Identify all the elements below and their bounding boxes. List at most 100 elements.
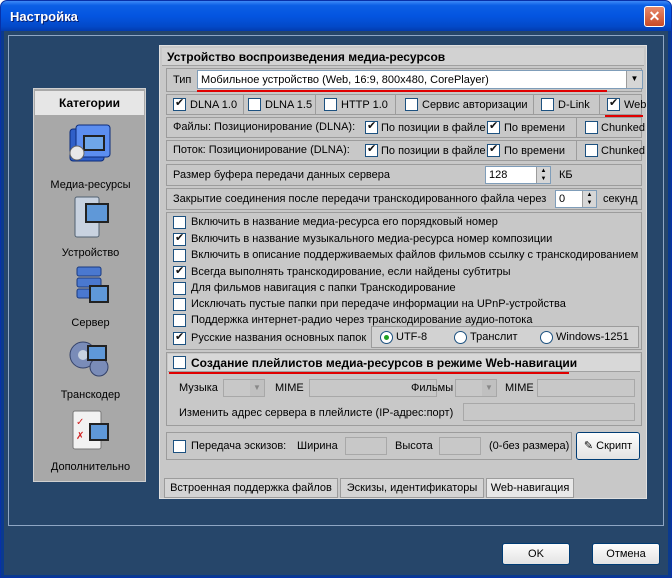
chevron-down-icon[interactable]: ▼ [626, 71, 642, 88]
chevron-down-icon[interactable]: ▼ [250, 380, 264, 396]
files-chunked-label: Chunked [601, 122, 646, 134]
option-label: Исключать пустые папки при передаче инфо… [191, 298, 566, 310]
buffer-label: Размер буфера передачи данных сервера [173, 169, 391, 181]
transcoder-icon [69, 341, 109, 377]
stream-positioning-row: Поток: Позиционирование (DLNA): По позиц… [166, 140, 646, 161]
thumbnails-label: Передача эскизов: [191, 440, 287, 452]
music-select[interactable]: ▼ [223, 379, 265, 397]
tab-builtin-support[interactable]: Встроенная поддержка файлов [164, 478, 338, 498]
files-by-time-checkbox[interactable] [487, 119, 500, 134]
chevron-down-icon[interactable]: ▼ [482, 380, 496, 396]
options-group: Включить в название медиа-ресурса его по… [166, 212, 642, 350]
films-mime-input[interactable] [537, 379, 635, 397]
web-label: Web [624, 99, 647, 111]
option-checkbox[interactable] [173, 282, 186, 295]
option-checkbox[interactable] [173, 231, 186, 246]
stream-by-position-label: По позиции в файле [381, 145, 486, 157]
buffer-row: Размер буфера передачи данных сервера 12… [166, 164, 642, 186]
option-checkbox[interactable] [173, 298, 186, 311]
categories-panel: Категории Медиа-ресурсы Устройство Серве… [33, 88, 146, 482]
dlink-checkbox[interactable] [541, 98, 554, 111]
device-type-value: Мобильное устройство (Web, 16:9, 800x480… [201, 74, 489, 86]
playlists-checkbox[interactable] [173, 356, 186, 369]
cancel-button[interactable]: Отмена [592, 543, 660, 565]
script-button[interactable]: ✎ Скрипт [576, 432, 640, 460]
translit-label: Транслит [470, 331, 518, 343]
thumb-height-spinner[interactable] [439, 437, 481, 455]
close-connection-spinner[interactable]: 0 ▲ ▼ [555, 190, 597, 208]
device-type-select[interactable]: Мобильное устройство (Web, 16:9, 800x480… [197, 70, 643, 89]
dlna10-checkbox[interactable] [173, 96, 186, 111]
translit-radio[interactable] [454, 331, 467, 344]
divider [395, 95, 396, 114]
option-label: Включить в описание поддерживаемых файло… [191, 249, 639, 261]
playlists-label: Создание плейлистов медиа-ресурсов в реж… [191, 356, 578, 370]
stream-chunked-checkbox[interactable] [585, 144, 598, 157]
stream-chunked-label: Chunked [601, 145, 646, 157]
stream-by-position-checkbox[interactable] [365, 142, 378, 157]
option-checkbox[interactable] [173, 314, 186, 327]
stream-by-time-checkbox[interactable] [487, 142, 500, 157]
thumbnails-row: Передача эскизов: Ширина Высота (0-без р… [166, 432, 572, 460]
stream-by-time-label: По времени [504, 145, 566, 157]
close-connection-value: 0 [559, 193, 566, 205]
russian-names-checkbox[interactable] [173, 330, 186, 345]
divider [533, 95, 534, 114]
auth-service-checkbox[interactable] [405, 98, 418, 111]
files-by-position-checkbox[interactable] [365, 119, 378, 134]
http10-checkbox[interactable] [324, 98, 337, 111]
auth-service-label: Сервис авторизации [422, 99, 528, 111]
category-label: Устройство [61, 247, 120, 259]
utf8-label: UTF-8 [396, 331, 428, 343]
server-address-label: Изменить адрес сервера в плейлисте (IP-а… [179, 407, 454, 419]
tab-thumbnails-ids[interactable]: Эскизы, идентификаторы [340, 478, 484, 498]
script-icon: ✎ [583, 440, 594, 452]
web-checkbox[interactable] [607, 96, 620, 111]
thumbnails-checkbox[interactable] [173, 440, 186, 453]
category-label: Сервер [71, 317, 110, 329]
playlists-group: Создание плейлистов медиа-ресурсов в реж… [166, 352, 642, 426]
films-mime-label: MIME [505, 382, 534, 394]
http10-label: HTTP 1.0 [341, 99, 388, 111]
tab-web-navigation[interactable]: Web-навигация [486, 478, 574, 498]
utf8-radio[interactable] [380, 331, 393, 344]
settings-window: Настройка ✕ Категории Медиа-ресурсы Устр… [0, 0, 672, 578]
music-label: Музыка [179, 382, 218, 394]
divider [599, 95, 600, 114]
files-positioning-label: Файлы: Позиционирование (DLNA): [173, 121, 356, 133]
spinner-arrows-icon[interactable]: ▲ ▼ [582, 191, 596, 207]
files-chunked-checkbox[interactable] [585, 121, 598, 134]
option-label: Включить в название музыкального медиа-р… [191, 233, 553, 245]
media-resources-icon [69, 124, 111, 162]
windows1251-radio[interactable] [540, 331, 553, 344]
close-button[interactable]: ✕ [644, 6, 665, 27]
option-label: Поддержка интернет-радио через транскоди… [191, 314, 533, 326]
dlna15-checkbox[interactable] [248, 98, 261, 111]
option-label: Для фильмов навигация с папки Транскодир… [191, 282, 456, 294]
option-checkbox[interactable] [173, 264, 186, 279]
ok-button[interactable]: OK [502, 543, 570, 565]
divider [576, 141, 577, 160]
title-bar[interactable]: Настройка ✕ [1, 1, 671, 31]
option-checkbox[interactable] [173, 249, 186, 262]
films-select[interactable]: ▼ [455, 379, 497, 397]
option-label: Всегда выполнять транскодирование, если … [191, 266, 511, 278]
svg-text:✓: ✓ [76, 417, 84, 428]
width-label: Ширина [297, 440, 338, 452]
height-label: Высота [395, 440, 433, 452]
category-label: Медиа-ресурсы [50, 179, 131, 191]
files-by-position-label: По позиции в файле [381, 122, 486, 134]
category-label: Транскодер [60, 389, 121, 401]
server-address-input[interactable] [463, 403, 635, 421]
thumb-width-spinner[interactable] [345, 437, 387, 455]
files-by-time-label: По времени [504, 122, 566, 134]
divider [576, 118, 577, 137]
windows1251-label: Windows-1251 [556, 331, 629, 343]
spinner-arrows-icon[interactable]: ▲ ▼ [536, 167, 550, 183]
close-connection-row: Закрытие соединения после передачи транс… [166, 188, 642, 210]
dlna15-label: DLNA 1.5 [265, 99, 313, 111]
option-checkbox[interactable] [173, 216, 186, 229]
option-label: Включить в название медиа-ресурса его по… [191, 216, 498, 228]
divider [243, 95, 244, 114]
buffer-size-spinner[interactable]: 128 ▲ ▼ [485, 166, 551, 184]
